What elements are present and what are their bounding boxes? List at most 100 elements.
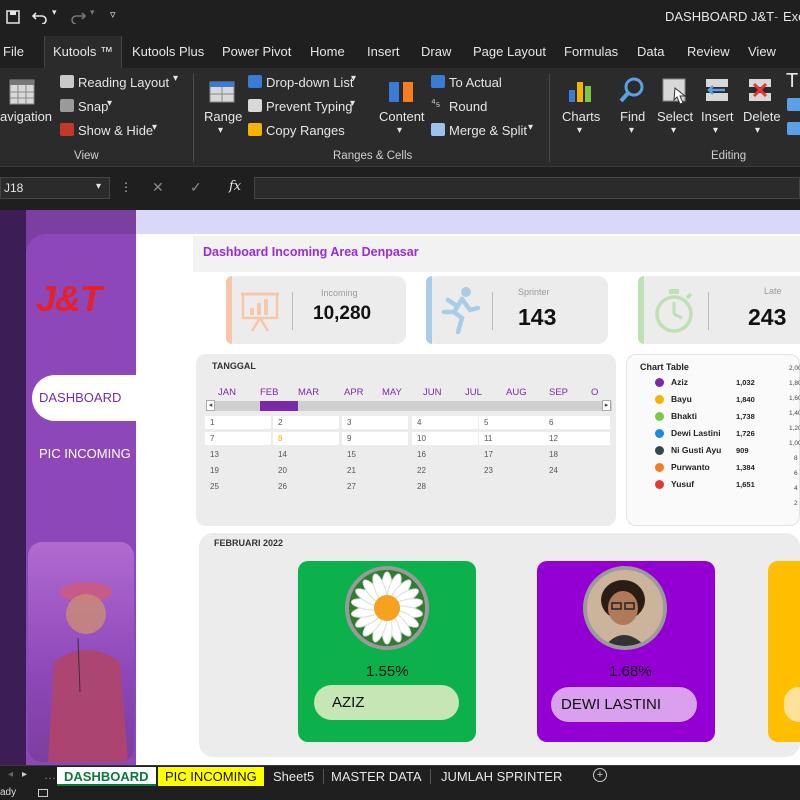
content-button[interactable]: Content xyxy=(379,109,425,124)
tab-draw[interactable]: Draw xyxy=(421,44,451,59)
insert-function-icon[interactable]: fx xyxy=(229,179,241,194)
day-number[interactable]: 6 xyxy=(549,418,553,427)
tab-data[interactable]: Data xyxy=(637,44,664,59)
tab-page-layout[interactable]: Page Layout xyxy=(473,44,546,59)
formula-bar-handle-icon[interactable]: ⋮ xyxy=(120,180,132,194)
day-cell[interactable] xyxy=(205,432,271,445)
day-number[interactable]: 28 xyxy=(417,482,426,491)
insert-button[interactable]: Insert xyxy=(701,109,734,124)
reading-layout-dropdown-icon[interactable]: ▾ xyxy=(173,73,178,84)
formula-input[interactable] xyxy=(254,177,800,199)
cancel-entry-icon[interactable]: ✕ xyxy=(152,179,164,196)
select-button[interactable]: Select xyxy=(657,109,693,124)
round-button[interactable]: Round xyxy=(449,99,487,114)
prevent-typing-dropdown-icon[interactable]: ▾ xyxy=(350,98,355,109)
nav-pic-incoming[interactable]: PIC INCOMING xyxy=(39,446,131,461)
month-sep[interactable]: SEP xyxy=(549,387,568,398)
prev-sheet-icon[interactable]: ◂ xyxy=(8,769,13,780)
snap-button[interactable]: Snap xyxy=(78,99,108,114)
day-number[interactable]: 8 xyxy=(278,434,282,443)
scroll-right-icon[interactable]: ▸ xyxy=(602,400,611,411)
month-scroll-thumb[interactable] xyxy=(260,401,298,411)
reading-layout-button[interactable]: Reading Layout xyxy=(78,75,169,90)
month-jan[interactable]: JAN xyxy=(218,387,236,398)
day-number[interactable]: 20 xyxy=(278,466,287,475)
name-box[interactable]: J18 ▾ xyxy=(0,177,110,199)
to-actual-button[interactable]: To Actual xyxy=(449,75,502,90)
more-sheets-icon[interactable]: … xyxy=(44,768,56,782)
tab-insert[interactable]: Insert xyxy=(367,44,400,59)
day-number[interactable]: 17 xyxy=(484,450,493,459)
day-number[interactable]: 9 xyxy=(347,434,351,443)
day-number[interactable]: 4 xyxy=(417,418,421,427)
tab-home[interactable]: Home xyxy=(310,44,345,59)
charts-button[interactable]: Charts xyxy=(562,109,600,124)
range-button[interactable]: Range xyxy=(204,109,242,124)
merge-split-dropdown-icon[interactable]: ▾ xyxy=(528,122,533,133)
sheet-tab-pic-incoming[interactable]: PIC INCOMING xyxy=(158,767,264,786)
redo-dropdown-icon[interactable]: ▾ xyxy=(90,7,95,18)
text-icon[interactable]: T xyxy=(786,70,798,93)
fill-icon[interactable] xyxy=(787,98,800,111)
day-number[interactable]: 16 xyxy=(417,450,426,459)
copy-ranges-button[interactable]: Copy Ranges xyxy=(266,123,345,138)
month-may[interactable]: MAY xyxy=(382,387,402,398)
nav-dashboard[interactable]: DASHBOARD xyxy=(32,375,136,421)
day-number[interactable]: 11 xyxy=(484,434,492,443)
day-number[interactable]: 25 xyxy=(210,482,219,491)
sheet-tab-master-data[interactable]: MASTER DATA xyxy=(324,767,429,786)
prevent-typing-button[interactable]: Prevent Typing xyxy=(266,99,352,114)
month-jun[interactable]: JUN xyxy=(423,387,441,398)
find-button[interactable]: Find xyxy=(620,109,645,124)
day-number[interactable]: 12 xyxy=(549,434,558,443)
worksheet[interactable]: J&T DASHBOARD PIC INCOMING Dashboard Inc… xyxy=(0,210,800,765)
day-cell[interactable] xyxy=(273,432,339,445)
range-dropdown-icon[interactable]: ▾ xyxy=(218,125,223,136)
day-number[interactable]: 3 xyxy=(347,418,351,427)
day-number[interactable]: 23 xyxy=(484,466,493,475)
person-card[interactable] xyxy=(768,561,800,742)
day-number[interactable]: 5 xyxy=(484,418,488,427)
tab-review[interactable]: Review xyxy=(687,44,730,59)
day-cell[interactable] xyxy=(273,416,339,429)
day-number[interactable]: 18 xyxy=(549,450,558,459)
add-sheet-icon[interactable]: + xyxy=(593,768,607,782)
sheet-tab-jumlah-sprinter[interactable]: JUMLAH SPRINTER xyxy=(434,767,569,786)
day-number[interactable]: 26 xyxy=(278,482,287,491)
day-number[interactable]: 10 xyxy=(417,434,426,443)
name-box-dropdown-icon[interactable]: ▾ xyxy=(96,181,101,192)
macro-record-icon[interactable] xyxy=(38,789,48,797)
day-cell[interactable] xyxy=(342,416,408,429)
month-jul[interactable]: JUL xyxy=(465,387,482,398)
show-hide-button[interactable]: Show & Hide xyxy=(78,123,153,138)
day-number[interactable]: 14 xyxy=(278,450,287,459)
day-cell[interactable] xyxy=(342,432,408,445)
enter-entry-icon[interactable]: ✓ xyxy=(190,179,202,196)
merge-split-button[interactable]: Merge & Split xyxy=(449,123,527,138)
next-sheet-icon[interactable]: ▸ xyxy=(22,769,27,780)
dropdown-list-dropdown-icon[interactable]: ▾ xyxy=(351,73,356,84)
navigation-button[interactable]: avigation xyxy=(0,109,52,124)
tab-file[interactable]: File xyxy=(3,44,24,59)
day-number[interactable]: 21 xyxy=(347,466,356,475)
month-apr[interactable]: APR xyxy=(344,387,364,398)
dropdown-list-button[interactable]: Drop-down List xyxy=(266,75,353,90)
day-number[interactable]: 19 xyxy=(210,466,219,475)
day-number[interactable]: 7 xyxy=(210,434,214,443)
save-icon[interactable] xyxy=(6,10,20,24)
content-dropdown-icon[interactable]: ▾ xyxy=(397,125,402,136)
month-mar[interactable]: MAR xyxy=(298,387,319,398)
month-o[interactable]: O xyxy=(591,387,598,398)
day-number[interactable]: 13 xyxy=(210,450,219,459)
redo-icon[interactable] xyxy=(70,10,86,24)
undo-icon[interactable] xyxy=(32,10,48,24)
day-cell[interactable] xyxy=(205,416,271,429)
sheet-tab-sheet5[interactable]: Sheet5 xyxy=(266,767,321,786)
month-aug[interactable]: AUG xyxy=(506,387,527,398)
day-cell[interactable] xyxy=(479,416,545,429)
customize-toolbar-icon[interactable]: ▿ xyxy=(110,8,116,21)
person-card[interactable]: 1.68% DEWI LASTINI xyxy=(537,561,715,742)
find-dropdown-icon[interactable]: ▾ xyxy=(629,125,634,136)
tab-formulas[interactable]: Formulas xyxy=(564,44,618,59)
day-number[interactable]: 27 xyxy=(347,482,356,491)
